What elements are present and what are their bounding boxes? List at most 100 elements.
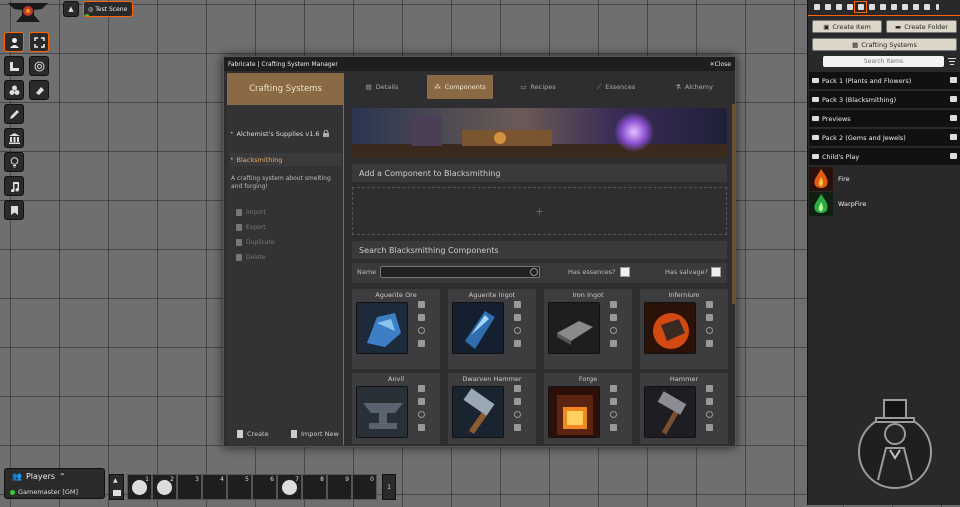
lighting-controls-button[interactable] [4, 152, 24, 172]
actors-tab-icon[interactable] [844, 2, 855, 12]
edit-icon[interactable] [610, 301, 617, 308]
eraser-button[interactable] [29, 80, 49, 100]
hotbar-slot[interactable]: 8 [302, 474, 327, 500]
export-action[interactable]: Export [236, 222, 266, 232]
scene-tab[interactable]: ◎ Test Scene [83, 1, 133, 17]
ban-icon[interactable] [706, 411, 713, 418]
drawing-controls-button[interactable] [4, 104, 24, 124]
items-tab-icon[interactable] [854, 1, 867, 13]
cards-tab-icon[interactable] [888, 2, 899, 12]
import-action[interactable]: Import [236, 207, 266, 217]
hammer-image[interactable] [644, 386, 696, 438]
trash-icon[interactable] [514, 398, 521, 405]
tab-alchemy[interactable]: ⚗ Alchemy [661, 75, 727, 99]
folder-icon[interactable] [113, 490, 121, 496]
tab-essences[interactable]: ⟋ Essences [583, 75, 649, 99]
collapse-sidebar-icon[interactable] [932, 2, 943, 12]
folder-pack-2[interactable]: Pack 2 (Gems and Jewels) [809, 129, 960, 146]
folder-add-icon[interactable] [950, 77, 957, 83]
edit-icon[interactable] [706, 385, 713, 392]
copy-icon[interactable] [706, 340, 713, 347]
copy-icon[interactable] [610, 424, 617, 431]
component-card[interactable]: Aguerite Ingot [448, 289, 536, 369]
aguerite-ore-image[interactable] [356, 302, 408, 354]
search-items-input[interactable] [823, 56, 944, 67]
folder-add-icon[interactable] [950, 96, 957, 102]
folder-pack-1[interactable]: Pack 1 (Plants and Flowers) [809, 72, 960, 89]
ban-icon[interactable] [418, 327, 425, 334]
hotbar-slot[interactable]: 9 [327, 474, 352, 500]
item-fire[interactable]: Fire [809, 167, 960, 191]
edit-icon[interactable] [418, 385, 425, 392]
tab-details[interactable]: ▤ Details [349, 75, 415, 99]
sort-filter-icon[interactable] [948, 57, 956, 66]
edit-icon[interactable] [706, 301, 713, 308]
copy-icon[interactable] [418, 340, 425, 347]
copy-icon[interactable] [514, 424, 521, 431]
folder-pack-3[interactable]: Pack 3 (Blacksmithing) [809, 91, 960, 108]
measure-controls-button[interactable] [4, 56, 24, 76]
hotbar-slot[interactable]: 0 [352, 474, 377, 500]
hotbar-slot[interactable]: 6 [252, 474, 277, 500]
nav-toggle-button[interactable]: ▲ [63, 1, 79, 17]
trash-icon[interactable] [418, 314, 425, 321]
edit-icon[interactable] [610, 385, 617, 392]
component-card[interactable]: Hammer [640, 373, 728, 444]
component-card[interactable]: Aguerite Ore [352, 289, 440, 369]
create-system-button[interactable]: Create [237, 429, 269, 439]
select-targets-button[interactable] [29, 32, 49, 52]
app-logo[interactable] [4, 0, 52, 26]
playlists-tab-icon[interactable] [899, 2, 910, 12]
folder-previews[interactable]: Previews [809, 110, 960, 127]
trash-icon[interactable] [610, 398, 617, 405]
token-controls-button[interactable] [4, 32, 24, 52]
target-button[interactable] [29, 56, 49, 76]
has-salvage-checkbox[interactable] [711, 267, 721, 277]
folder-add-icon[interactable] [950, 134, 957, 140]
tab-recipes[interactable]: ▭ Recipes [505, 75, 571, 99]
content-scrollbar[interactable] [732, 104, 735, 304]
copy-icon[interactable] [610, 340, 617, 347]
chat-tab-icon[interactable] [811, 2, 822, 12]
crafting-systems-button[interactable]: ▦ Crafting Systems [812, 38, 957, 51]
hotbar-slot[interactable]: 3 [177, 474, 202, 500]
walls-controls-button[interactable] [4, 128, 24, 148]
players-title[interactable]: 👥 Players ⌃ [12, 472, 66, 481]
forge-image[interactable] [548, 386, 600, 438]
infernium-image[interactable] [644, 302, 696, 354]
caret-up-icon[interactable]: ▲ [113, 477, 118, 484]
clear-search-icon[interactable] [530, 268, 538, 276]
trash-icon[interactable] [706, 314, 713, 321]
trash-icon[interactable] [706, 398, 713, 405]
trash-icon[interactable] [514, 314, 521, 321]
name-filter-input[interactable] [380, 266, 540, 278]
hotbar-slot[interactable]: 4 [202, 474, 227, 500]
copy-icon[interactable] [706, 424, 713, 431]
import-new-button[interactable]: Import New [291, 429, 339, 439]
window-header[interactable]: Fabricate | Crafting System Manager ✕Clo… [224, 57, 735, 71]
copy-icon[interactable] [418, 424, 425, 431]
create-item-button[interactable]: ▣ Create Item [812, 20, 882, 33]
hotbar-slot[interactable]: 2 [152, 474, 177, 500]
edit-icon[interactable] [418, 301, 425, 308]
component-card[interactable]: Iron Ingot [544, 289, 632, 369]
close-button[interactable]: ✕Close [710, 61, 731, 68]
hotbar-slot[interactable]: 1 [127, 474, 152, 500]
iron-ingot-image[interactable] [548, 302, 600, 354]
scenes-tab-icon[interactable] [833, 2, 844, 12]
component-card[interactable]: Anvil [352, 373, 440, 444]
component-card[interactable]: Infernium [640, 289, 728, 369]
trash-icon[interactable] [610, 314, 617, 321]
notes-controls-button[interactable] [4, 200, 24, 220]
edit-icon[interactable] [514, 301, 521, 308]
has-essences-checkbox[interactable] [620, 267, 630, 277]
combat-tab-icon[interactable] [822, 2, 833, 12]
aguerite-ingot-image[interactable] [452, 302, 504, 354]
folder-add-icon[interactable] [950, 153, 957, 159]
sound-controls-button[interactable] [4, 176, 24, 196]
edit-icon[interactable] [514, 385, 521, 392]
folder-childs-play[interactable]: Child's Play [809, 148, 960, 165]
hotbar-page-control[interactable]: 1 [382, 474, 396, 500]
ban-icon[interactable] [610, 411, 617, 418]
dwarven-hammer-image[interactable] [452, 386, 504, 438]
